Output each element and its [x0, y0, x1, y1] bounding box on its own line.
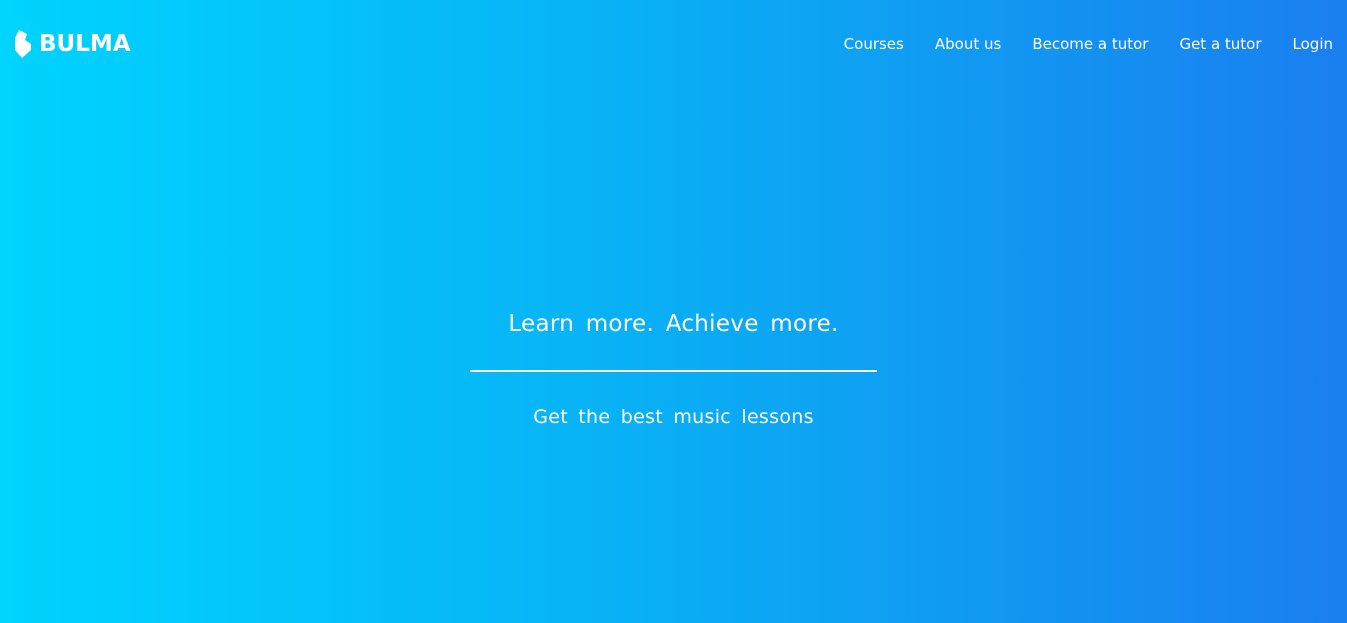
nav-item-get-a-tutor[interactable]: Get a tutor: [1179, 33, 1261, 55]
hero-divider: [470, 370, 877, 372]
brand-logo[interactable]: BULMA: [13, 30, 131, 58]
hero-title: Learn more. Achieve more.: [508, 311, 839, 337]
bulma-logo-icon: [15, 30, 31, 58]
nav-item-courses[interactable]: Courses: [844, 33, 904, 55]
nav-menu: Courses About us Become a tutor Get a tu…: [844, 33, 1333, 55]
brand-name: BULMA: [39, 31, 131, 57]
hero-subtitle: Get the best music lessons: [533, 406, 814, 428]
nav-item-login[interactable]: Login: [1293, 33, 1333, 55]
nav-item-about-us[interactable]: About us: [935, 33, 1001, 55]
nav-item-become-a-tutor[interactable]: Become a tutor: [1032, 33, 1148, 55]
navbar: BULMA Courses About us Become a tutor Ge…: [0, 0, 1347, 88]
